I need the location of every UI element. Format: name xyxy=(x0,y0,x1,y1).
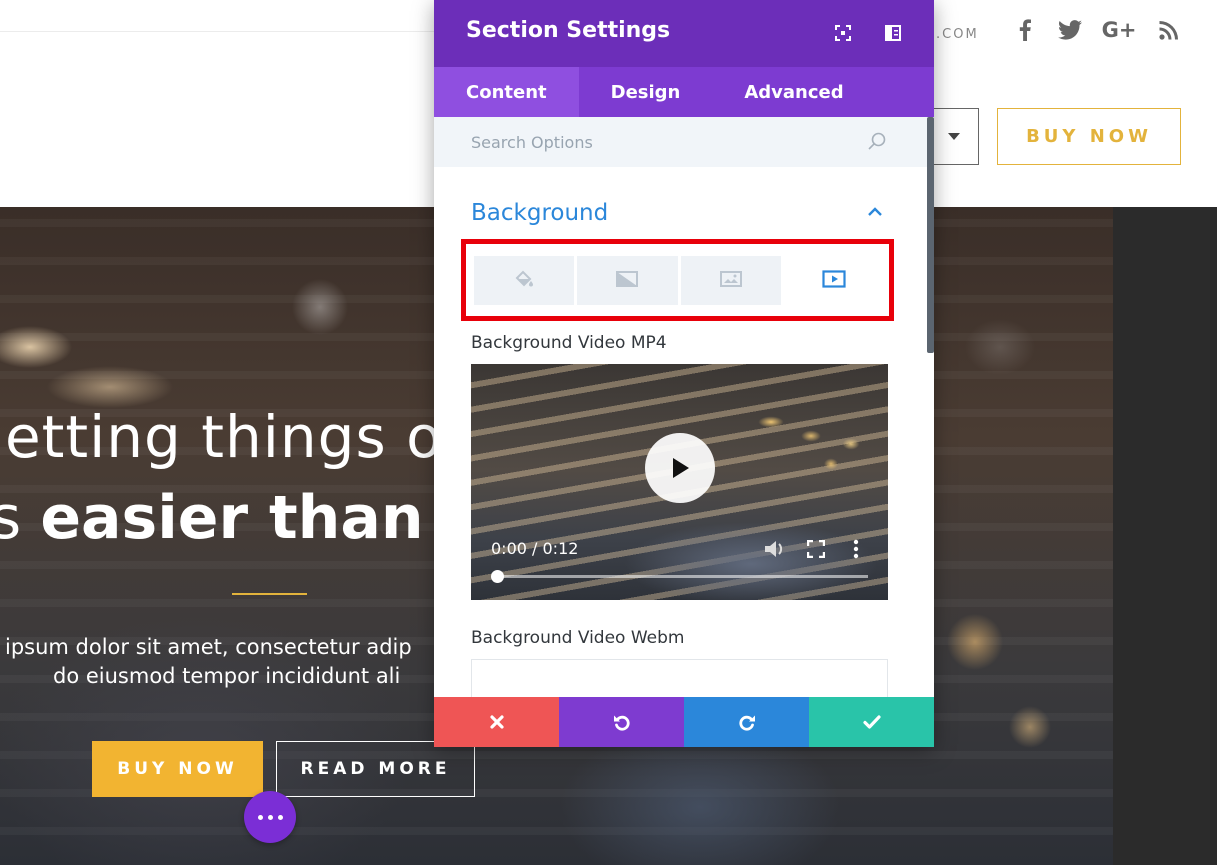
discard-button[interactable] xyxy=(434,697,559,747)
dot-icon xyxy=(257,814,263,820)
bg-gradient-tab[interactable] xyxy=(577,256,678,305)
video-webm-label: Background Video Webm xyxy=(471,628,685,648)
close-icon xyxy=(489,715,504,729)
hero-read-more-button[interactable]: READ MORE xyxy=(276,741,475,797)
redo-button[interactable] xyxy=(684,697,809,747)
hero-divider xyxy=(232,593,307,595)
bg-color-tab[interactable] xyxy=(474,256,575,305)
caret-down-icon xyxy=(948,133,960,140)
hero-heading-line2: s easier than e xyxy=(0,483,485,553)
undo-icon xyxy=(613,715,630,731)
bg-video-tab[interactable] xyxy=(783,256,884,305)
fullscreen-icon[interactable] xyxy=(832,22,854,44)
google-plus-icon[interactable]: G+ xyxy=(1101,15,1137,45)
modal-footer xyxy=(434,697,934,747)
modal-title: Section Settings xyxy=(466,18,671,43)
video-mp4-label: Background Video MP4 xyxy=(471,333,667,353)
sidebar-dock-icon[interactable] xyxy=(882,22,904,44)
video-preview-player[interactable]: 0:00 / 0:12 xyxy=(471,364,888,600)
undo-button[interactable] xyxy=(559,697,684,747)
hero-heading-line1: etting things o xyxy=(5,403,443,471)
dot-icon xyxy=(267,814,273,820)
image-icon xyxy=(719,270,742,291)
tab-content[interactable]: Content xyxy=(434,67,579,117)
modal-header: Section Settings xyxy=(434,0,934,67)
fullscreen-video-icon[interactable] xyxy=(804,537,828,561)
hero-paragraph-line1: ipsum dolor sit amet, consectetur adip xyxy=(5,635,412,659)
play-icon xyxy=(673,458,689,478)
volume-icon[interactable] xyxy=(763,537,787,561)
dot-icon xyxy=(277,814,283,820)
video-icon xyxy=(822,269,846,292)
header-buy-now-button[interactable]: BUY NOW xyxy=(997,108,1181,165)
twitter-icon[interactable] xyxy=(1057,15,1083,45)
modal-tabs: Content Design Advanced xyxy=(434,67,934,117)
hero-paragraph-line2: do eiusmod tempor incididunt ali xyxy=(53,664,401,688)
gradient-icon xyxy=(616,270,639,291)
section-settings-modal: Section Settings Content Design Advanced… xyxy=(434,0,934,747)
builder-menu-button[interactable] xyxy=(244,791,296,843)
tab-advanced[interactable]: Advanced xyxy=(712,67,875,117)
check-icon xyxy=(862,715,881,729)
hero-heading-line2-bold: easier than e xyxy=(40,483,486,553)
google-plus-label: G+ xyxy=(1101,18,1137,42)
video-webm-field[interactable] xyxy=(471,659,888,697)
topbar-divider xyxy=(0,31,434,32)
search-options-input[interactable] xyxy=(471,129,851,155)
play-button[interactable] xyxy=(645,433,715,503)
redo-icon xyxy=(738,715,755,731)
bg-image-tab[interactable] xyxy=(680,256,781,305)
video-progress-bar[interactable] xyxy=(498,575,868,578)
hero-dark-edge xyxy=(1113,207,1217,865)
background-section-title[interactable]: Background xyxy=(471,200,608,226)
more-options-icon[interactable] xyxy=(844,537,868,561)
top-domain-text: .COM xyxy=(936,27,979,42)
search-icon[interactable] xyxy=(867,131,887,155)
video-progress-knob[interactable] xyxy=(491,570,504,583)
modal-scrollbar[interactable] xyxy=(927,117,934,353)
hero-heading-line2-prefix: s xyxy=(0,483,22,553)
paint-bucket-icon xyxy=(514,270,534,292)
chevron-up-icon[interactable] xyxy=(867,203,883,222)
background-type-tabs xyxy=(474,256,884,305)
video-time-display: 0:00 / 0:12 xyxy=(491,539,579,558)
search-bar xyxy=(434,117,934,167)
save-button[interactable] xyxy=(809,697,934,747)
hero-buy-now-button[interactable]: BUY NOW xyxy=(92,741,263,797)
rss-icon[interactable] xyxy=(1157,15,1181,45)
tab-design[interactable]: Design xyxy=(579,67,713,117)
facebook-icon[interactable] xyxy=(1014,15,1036,45)
